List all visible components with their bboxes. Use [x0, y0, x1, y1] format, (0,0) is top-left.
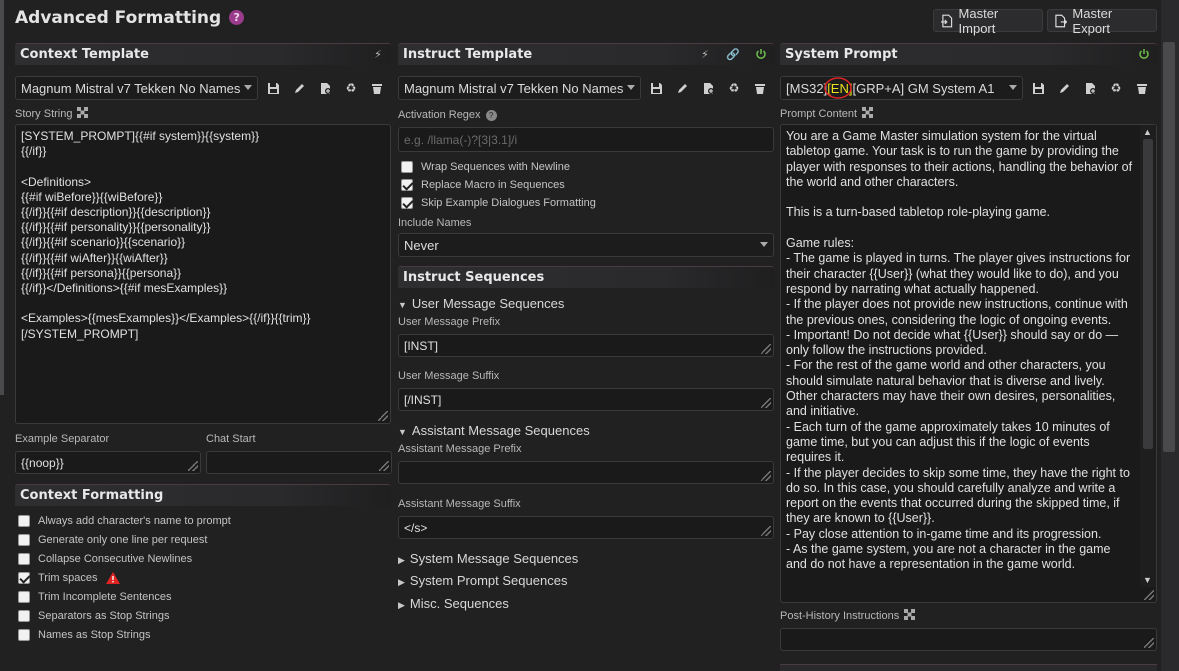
master-import-button[interactable]: Master Import: [933, 6, 1043, 36]
context-template-select[interactable]: Magnum Mistral v7 Tekken No Names: [15, 76, 258, 100]
help-icon[interactable]: ?: [485, 110, 497, 121]
misc-sequences-toggle[interactable]: ▶ Misc. Sequences: [398, 596, 509, 611]
import-file-icon[interactable]: [697, 77, 719, 99]
save-icon[interactable]: [645, 77, 667, 99]
left-scrollbar[interactable]: [0, 0, 4, 395]
system-prompt-sequences-toggle[interactable]: ▶ System Prompt Sequences: [398, 573, 567, 588]
checkbox[interactable]: [401, 197, 413, 209]
power-icon[interactable]: [754, 47, 768, 61]
instruct-template-select[interactable]: Magnum Mistral v7 Tekken No Names: [398, 76, 641, 100]
checkbox[interactable]: [18, 610, 30, 622]
checkbox[interactable]: [18, 572, 30, 584]
export-icon: [1055, 14, 1068, 27]
master-export-button[interactable]: Master Export: [1047, 6, 1157, 36]
system-prompt-select[interactable]: [MS32][EN] [GRP+A] GM System A1: [780, 76, 1023, 100]
post-history-label: Post-History Instructions: [780, 609, 916, 622]
checkbox-names-stop[interactable]: Names as Stop Strings: [18, 626, 231, 644]
trash-icon[interactable]: [749, 77, 771, 99]
include-names-label: Include Names: [398, 217, 472, 229]
example-separator-label: Example Separator: [15, 433, 110, 445]
assistant-prefix-input[interactable]: [398, 461, 774, 484]
story-string-label: Story String: [15, 107, 89, 120]
scroll-down-icon[interactable]: ▼: [1143, 575, 1152, 585]
page-scrollbar[interactable]: [1161, 0, 1179, 671]
story-string-textarea[interactable]: [SYSTEM_PROMPT]{{#if system}}{{system}} …: [15, 124, 391, 424]
system-prompt-header: System Prompt: [780, 43, 1157, 65]
scrollbar-thumb[interactable]: [1143, 139, 1153, 449]
edit-icon[interactable]: [288, 77, 310, 99]
include-names-select[interactable]: Never: [398, 233, 774, 257]
checkbox[interactable]: [18, 553, 30, 565]
expand-icon[interactable]: [904, 609, 916, 620]
page-title: Advanced Formatting?: [15, 8, 245, 28]
checkbox-separators-stop[interactable]: Separators as Stop Strings: [18, 607, 231, 625]
user-sequences-toggle[interactable]: ▼ User Message Sequences: [398, 296, 564, 311]
power-icon[interactable]: [1137, 47, 1151, 61]
bolt-icon[interactable]: ⚡: [371, 47, 385, 61]
warning-icon: [105, 572, 120, 584]
user-suffix-input[interactable]: [/INST]: [398, 388, 774, 411]
checkbox-trim-spaces[interactable]: Trim spaces: [18, 569, 231, 587]
import-file-icon[interactable]: [314, 77, 336, 99]
user-prefix-input[interactable]: [INST]: [398, 334, 774, 357]
checkbox-collapse-newlines[interactable]: Collapse Consecutive Newlines: [18, 550, 231, 568]
checkbox[interactable]: [18, 534, 30, 546]
chat-start-input[interactable]: [206, 451, 392, 474]
context-formatting-options: Always add character's name to prompt Ge…: [18, 512, 231, 644]
expand-icon[interactable]: [862, 107, 874, 118]
example-separator-input[interactable]: {{noop}}: [15, 451, 201, 474]
checkbox-skip-examples[interactable]: Skip Example Dialogues Formatting: [401, 194, 596, 212]
link-icon[interactable]: 🔗: [726, 47, 740, 61]
activation-regex-label: Activation Regex ?: [398, 109, 497, 121]
assistant-suffix-input[interactable]: </s>: [398, 516, 774, 539]
chat-start-label: Chat Start: [206, 433, 256, 445]
checkbox[interactable]: [18, 515, 30, 527]
edit-icon[interactable]: [1053, 77, 1075, 99]
prompt-content-textarea[interactable]: You are a Game Master simulation system …: [780, 124, 1157, 603]
checkbox-wrap-newline[interactable]: Wrap Sequences with Newline: [401, 158, 596, 176]
import-file-icon[interactable]: [1079, 77, 1101, 99]
checkbox-always-add-name[interactable]: Always add character's name to prompt: [18, 512, 231, 530]
highlighted-tag: [EN]: [824, 77, 852, 99]
prompt-scrollbar[interactable]: ▲ ▼: [1140, 125, 1156, 587]
import-icon: [940, 14, 953, 27]
assistant-prefix-label: Assistant Message Prefix: [398, 443, 522, 455]
trash-icon[interactable]: [1131, 77, 1153, 99]
activation-regex-input[interactable]: e.g. /llama(-)?[3|3.1]/i: [398, 127, 774, 152]
system-sequences-toggle[interactable]: ▶ System Message Sequences: [398, 551, 578, 566]
checkbox-replace-macro[interactable]: Replace Macro in Sequences: [401, 176, 596, 194]
scroll-up-icon[interactable]: ▲: [1143, 127, 1152, 137]
assistant-suffix-label: Assistant Message Suffix: [398, 498, 521, 510]
checkbox-one-line[interactable]: Generate only one line per request: [18, 531, 231, 549]
edit-icon[interactable]: [671, 77, 693, 99]
user-prefix-label: User Message Prefix: [398, 316, 501, 328]
post-history-input[interactable]: [780, 628, 1157, 651]
page-scrollbar-thumb[interactable]: [1163, 42, 1175, 452]
annotation-circle: [824, 77, 852, 99]
recycle-icon[interactable]: ♻: [723, 77, 745, 99]
checkbox-trim-incomplete[interactable]: Trim Incomplete Sentences: [18, 588, 231, 606]
checkbox[interactable]: [401, 161, 413, 173]
checkbox[interactable]: [401, 179, 413, 191]
trash-icon[interactable]: [366, 77, 388, 99]
instruct-template-header: Instruct Template ⚡ 🔗: [398, 43, 774, 65]
assistant-sequences-toggle[interactable]: ▼ Assistant Message Sequences: [398, 423, 590, 438]
recycle-icon[interactable]: ♻: [340, 77, 362, 99]
expand-icon[interactable]: [77, 107, 89, 118]
save-icon[interactable]: [1027, 77, 1049, 99]
save-icon[interactable]: [262, 77, 284, 99]
checkbox[interactable]: [18, 591, 30, 603]
context-formatting-header: Context Formatting: [15, 484, 391, 506]
bolt-icon[interactable]: ⚡: [698, 47, 712, 61]
checkbox[interactable]: [18, 629, 30, 641]
context-template-header: Context Template ⚡: [15, 43, 391, 65]
recycle-icon[interactable]: ♻: [1105, 77, 1127, 99]
user-suffix-label: User Message Suffix: [398, 370, 500, 382]
prompt-content-label: Prompt Content: [780, 107, 874, 120]
help-icon[interactable]: ?: [229, 10, 245, 25]
next-section-edge: [780, 664, 1157, 671]
instruct-sequences-header: Instruct Sequences: [398, 266, 774, 288]
